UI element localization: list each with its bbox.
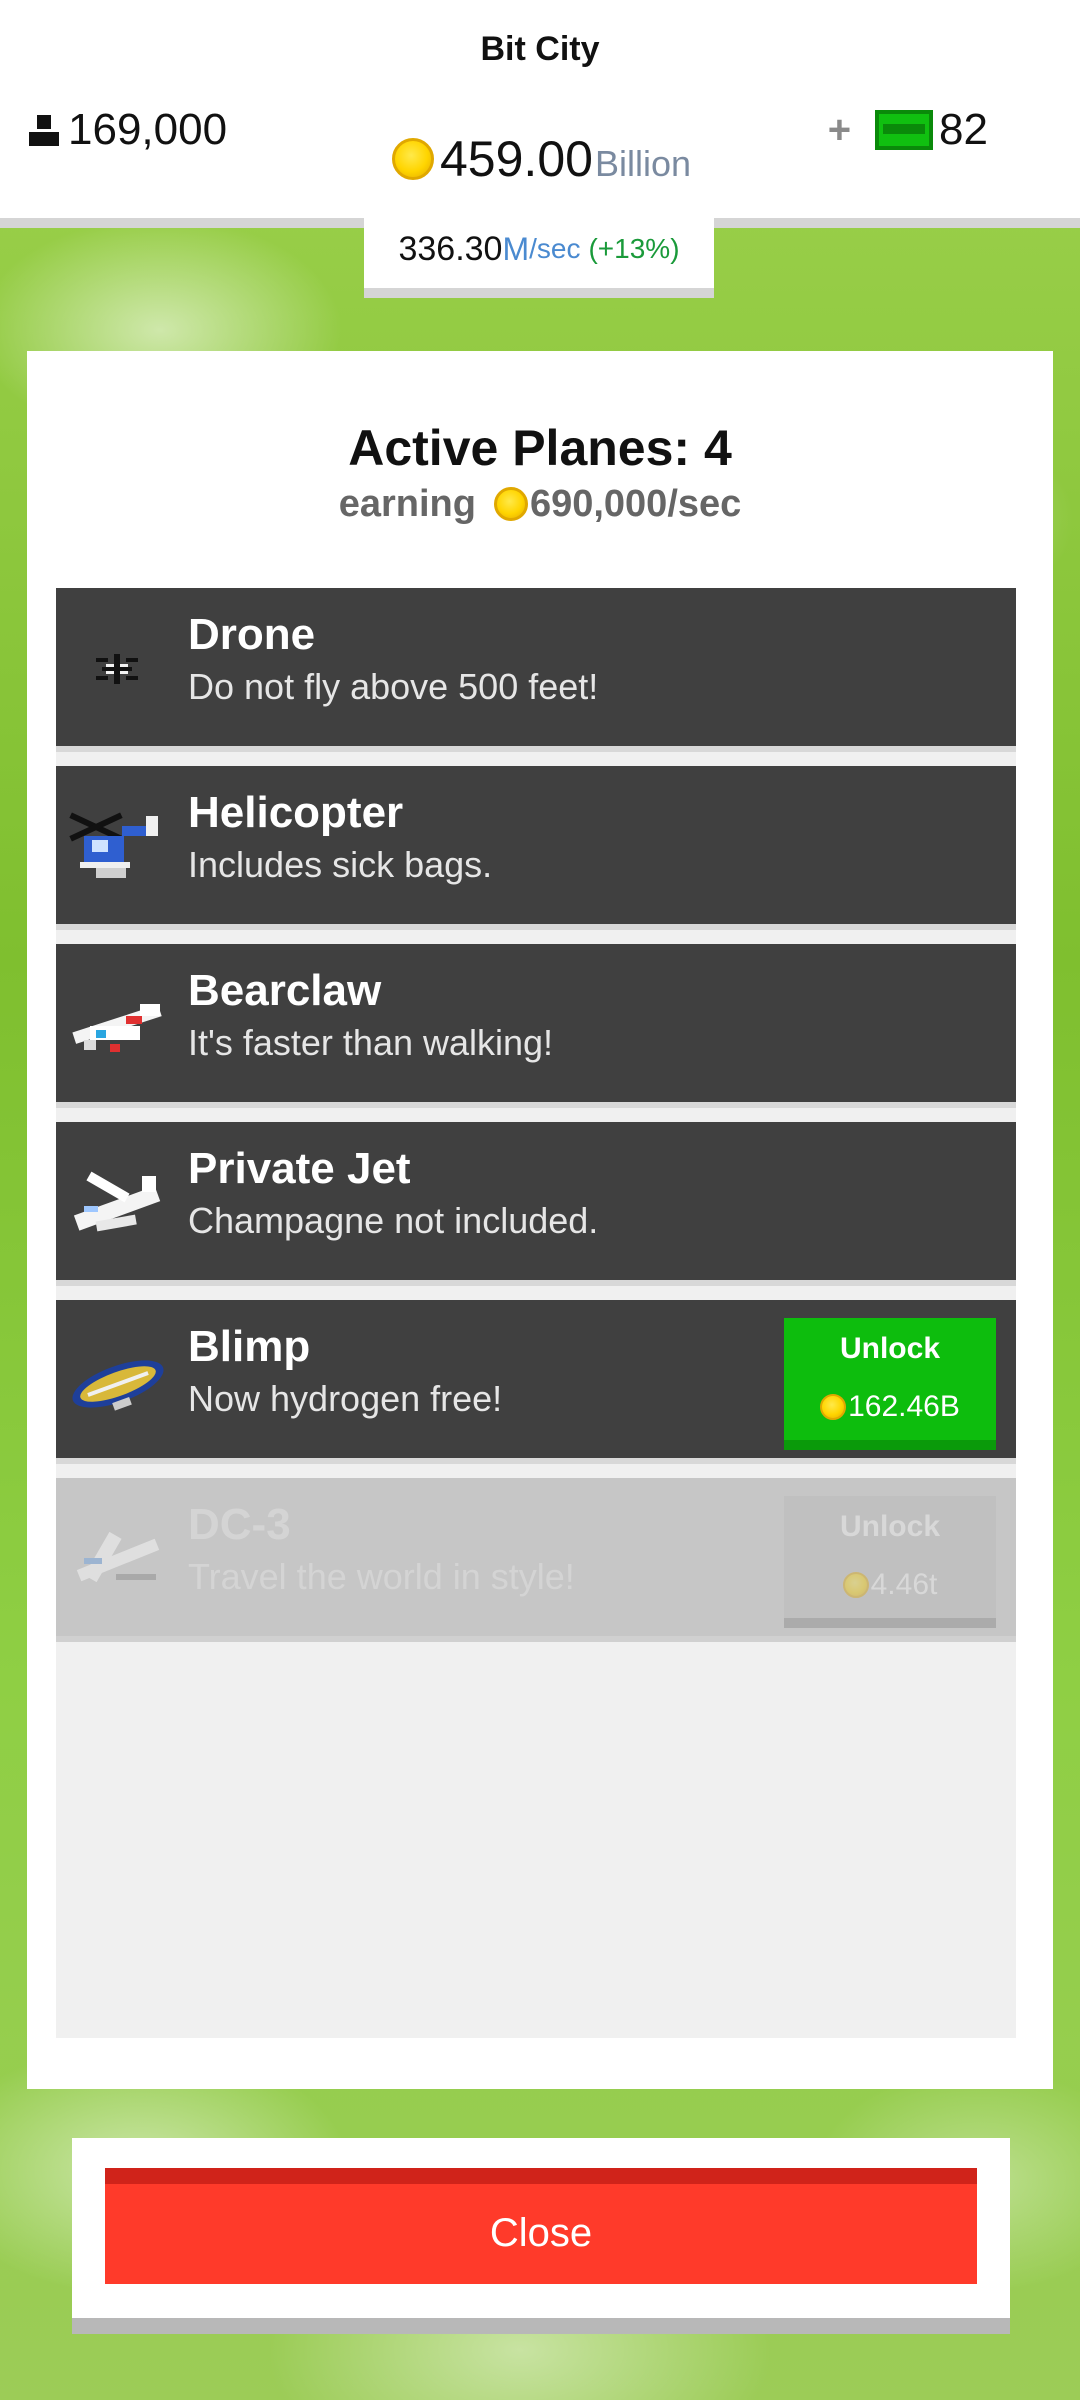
drone-icon [96,654,138,684]
plane-description: Includes sick bags. [188,844,493,885]
dc3-plane-icon [76,1531,160,1583]
panel-title: Active Planes: 4 [348,420,732,476]
plane-name: Bearclaw [188,966,382,1015]
plane-description: Now hydrogen free! [188,1378,503,1419]
unlock-label: Unlock [839,1510,941,1543]
coin-icon [820,1394,847,1420]
coins-display: 459.00 Billion [392,130,691,188]
plane-row-private-jet[interactable]: Private Jet Champagne not included. [56,1122,1016,1286]
plane-row-blimp[interactable]: Blimp Now hydrogen free! Unlock 162.46B [56,1300,1016,1464]
gems-value: 82 [939,105,988,154]
plane-description: Do not fly above 500 feet! [188,666,599,707]
plane-row-dc3: DC-3 Travel the world in style! Unlock 4… [56,1478,1016,1642]
unlock-price: 4.46t [784,1568,996,1602]
unlock-price: 162.46B [784,1390,996,1424]
income-rate-per: /sec [529,233,581,264]
population-display: 169,000 [26,105,227,155]
close-button[interactable]: Close [105,2168,977,2284]
coins-value: 459.00 [440,131,593,187]
plane-description: Champagne not included. [188,1200,599,1241]
plane-row-helicopter[interactable]: Helicopter Includes sick bags. [56,766,1016,930]
plane-name: Blimp [188,1322,311,1371]
coin-icon [842,1572,869,1598]
plane-name: Private Jet [188,1144,411,1193]
plane-row-drone[interactable]: Drone Do not fly above 500 feet! [56,588,1016,752]
income-rate-unit: M [502,230,530,267]
close-panel: Close [72,2138,1010,2334]
plane-name: Helicopter [188,788,404,837]
plane-description: Travel the world in style! [188,1556,575,1597]
top-bar: Bit City 169,000 459.00 Billion + 82 [0,0,1080,228]
earning-label: earning [338,483,476,525]
bearclaw-plane-icon [72,1004,162,1052]
city-title: Bit City [480,30,600,68]
helicopter-icon [69,812,158,878]
private-jet-icon [73,1171,161,1232]
blimp-icon [72,1360,164,1411]
population-value: 169,000 [68,105,228,154]
unlock-dc3-button: Unlock 4.46t [784,1496,996,1628]
gems-display[interactable]: + 82 [828,105,988,155]
plane-row-bearclaw[interactable]: Bearclaw It's faster than walking! [56,944,1016,1108]
income-rate-value: 336.30 [398,229,503,268]
unlock-blimp-button[interactable]: Unlock 162.46B [784,1318,996,1450]
planes-list[interactable]: Drone Do not fly above 500 feet! Helicop… [56,588,1016,2038]
coin-icon [392,138,434,180]
income-rate-tab: 336.30 M /sec (+13%) [364,210,714,298]
plane-name: DC-3 [188,1500,291,1549]
person-icon [29,115,59,146]
plane-name: Drone [188,610,316,659]
coin-icon [493,487,528,521]
earning-summary: earning 690,000/sec [27,483,1053,526]
income-rate-bonus: (+13%) [588,233,680,264]
unlock-price-value: 4.46t [870,1568,938,1601]
earning-value: 690,000/sec [529,483,742,525]
add-gems-button[interactable]: + [828,108,851,153]
planes-panel: Active Planes: 4 earning 690,000/sec Dron… [27,351,1053,2089]
plane-description: It's faster than walking! [188,1022,554,1063]
unlock-label: Unlock [839,1332,941,1365]
unlock-price-value: 162.46B [848,1390,960,1423]
coins-unit: Billion [594,143,691,184]
cash-icon [875,110,934,150]
